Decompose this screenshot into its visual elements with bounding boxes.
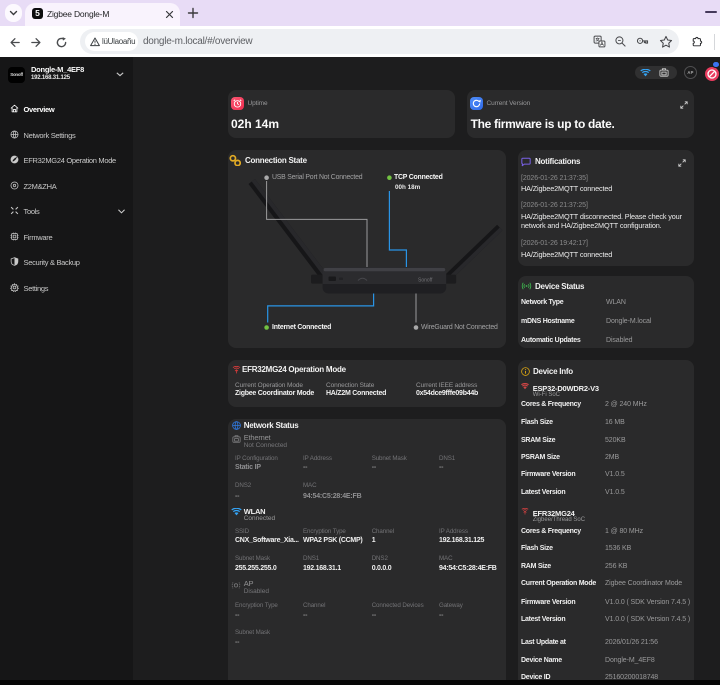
svg-text:Sonoff: Sonoff bbox=[418, 278, 433, 284]
